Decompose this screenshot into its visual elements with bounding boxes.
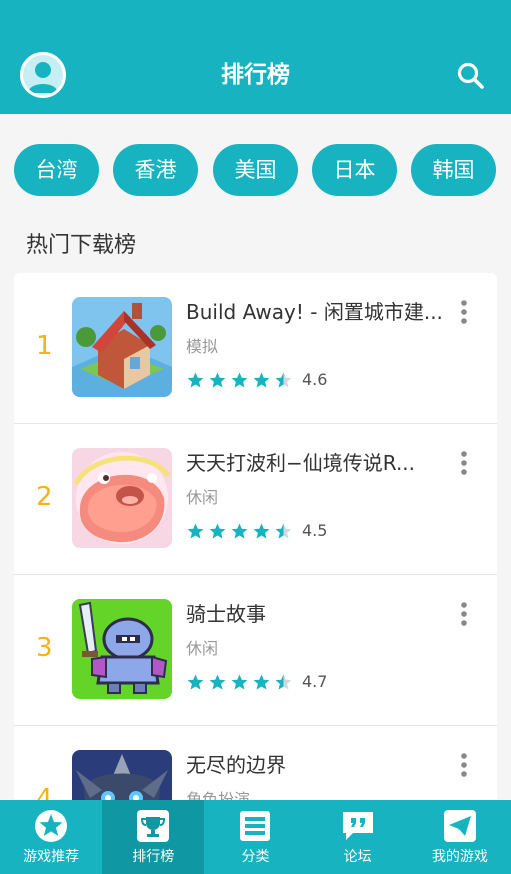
more-options-button[interactable] [456,752,472,778]
tab-forum[interactable]: 论坛 [307,800,409,874]
star-rating: 4.6 [186,370,327,390]
app-name: 天天打波利−仙境传说R... [186,451,416,475]
search-button[interactable] [455,60,487,92]
region-chips: 台湾 香港 美国 日本 韩国 [14,144,511,196]
more-vert-icon [461,753,467,777]
forum-icon [342,812,373,840]
more-vert-icon [461,451,467,475]
star-full-icon [209,674,226,690]
star-half-icon [275,523,292,539]
star-full-icon [209,372,226,388]
app-row[interactable]: 4 无尽的边界 角色扮演 [14,726,497,800]
tab-label: 排行榜 [132,849,175,865]
main-content[interactable]: 台湾 香港 美国 日本 韩国 热门下载榜 1 Build Away! - 闲置城… [0,114,511,800]
app-row[interactable]: 3 骑士故事 休闲 4.7 [14,575,497,726]
star-full-icon [209,523,226,539]
region-chip-japan[interactable]: 日本 [312,144,397,196]
star-full-icon [231,523,248,539]
rating-value: 4.5 [302,521,328,540]
star-full-icon [253,674,270,690]
app-category: 休闲 [186,488,219,507]
star-rating: 4.7 [186,672,327,692]
app-list: 1 Build Away! - 闲置城市建... 模拟 4.6 2 天天打波利−… [14,273,497,800]
tab-label: 分类 [241,849,270,865]
tab-my-games[interactable]: 我的游戏 [409,800,511,874]
star-full-icon [253,372,270,388]
star-full-icon [187,372,204,388]
app-name: Build Away! - 闲置城市建... [186,300,443,324]
search-icon [457,62,484,89]
app-row[interactable]: 1 Build Away! - 闲置城市建... 模拟 4.6 [14,273,497,424]
region-chip-usa[interactable]: 美国 [213,144,298,196]
rank-number: 3 [36,633,53,663]
category-icon [240,811,271,841]
star-half-icon [275,372,292,388]
star-full-icon [253,523,270,539]
tab-rankings[interactable]: 排行榜 [102,800,205,874]
tab-category[interactable]: 分类 [204,800,306,874]
app-name: 骑士故事 [186,602,266,626]
star-full-icon [231,372,248,388]
more-vert-icon [461,300,467,324]
bottom-tab-bar: 游戏推荐 排行榜 分类 论坛 我的游戏 [0,800,511,874]
app-category: 休闲 [186,639,219,658]
section-title: 热门下载榜 [26,233,137,258]
region-chip-korea[interactable]: 韩国 [411,144,496,196]
app-category: 角色扮演 [186,790,251,800]
star-full-icon [187,523,204,539]
region-chip-hongkong[interactable]: 香港 [113,144,198,196]
tab-game-recommend[interactable]: 游戏推荐 [0,800,102,874]
star-full-icon [187,674,204,690]
more-options-button[interactable] [456,299,472,325]
more-options-button[interactable] [456,601,472,627]
page-title: 排行榜 [221,62,290,88]
send-icon [443,810,476,842]
more-vert-icon [461,602,467,626]
more-options-button[interactable] [456,450,472,476]
tab-label: 游戏推荐 [23,849,80,865]
app-header: 排行榜 [0,0,511,114]
rating-value: 4.6 [302,370,328,389]
rating-value: 4.7 [302,672,328,691]
region-chip-taiwan[interactable]: 台湾 [14,144,99,196]
tab-label: 我的游戏 [431,849,488,865]
app-icon-poring[interactable] [72,448,172,548]
star-rating: 4.5 [186,521,327,541]
tab-label: 论坛 [343,849,372,865]
star-full-icon [231,674,248,690]
app-name: 无尽的边界 [186,753,286,777]
star-half-icon [275,674,292,690]
star-icon [35,810,68,842]
rank-number: 4 [36,784,53,800]
app-icon-endless-frontier[interactable] [72,750,172,800]
app-icon-build-away[interactable] [72,297,172,397]
app-row[interactable]: 2 天天打波利−仙境传说R... 休闲 4.5 [14,424,497,575]
rank-number: 2 [36,482,53,512]
trophy-icon [137,810,170,842]
app-category: 模拟 [186,337,219,356]
app-icon-knight-story[interactable] [72,599,172,699]
rank-number: 1 [36,331,53,361]
